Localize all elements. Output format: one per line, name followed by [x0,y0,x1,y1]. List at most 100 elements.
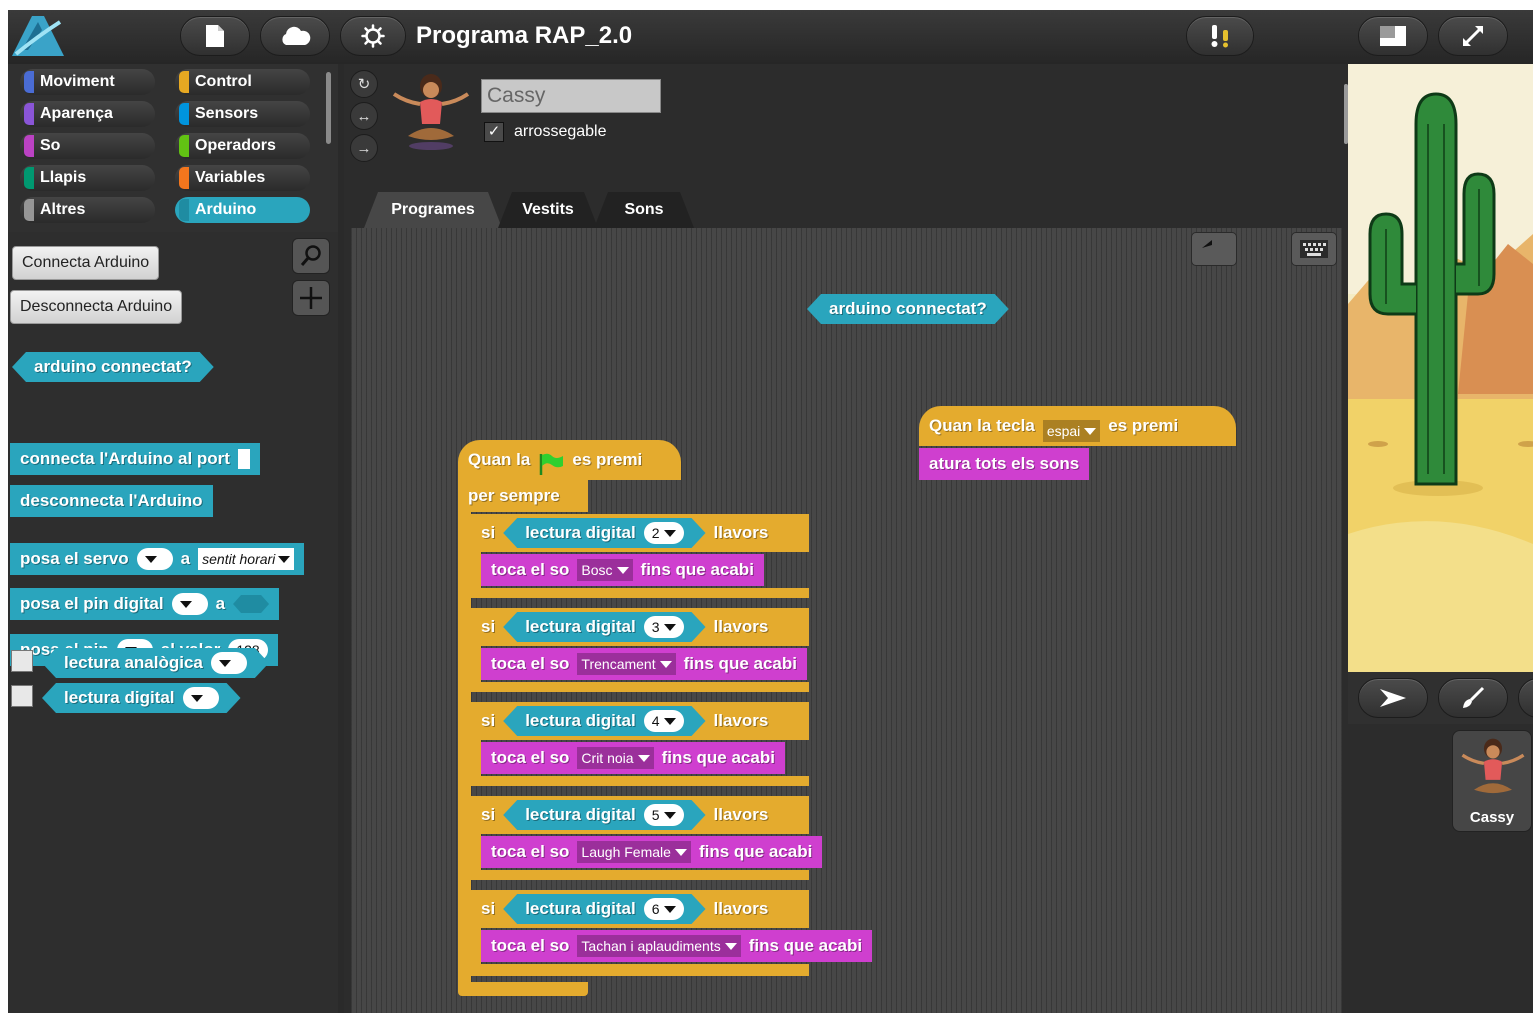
sound-dropdown[interactable]: Bosc [577,559,633,581]
category-label: Control [195,73,252,90]
stage[interactable] [1348,64,1533,672]
category-operadors[interactable]: Operadors [175,133,310,159]
stop-all-sounds-block[interactable]: atura tots els sons [919,448,1090,480]
sound-dropdown[interactable]: Crit noia [577,747,654,769]
add-turtle-sprite-button[interactable] [1358,678,1428,718]
servo-pin-dropdown[interactable] [136,548,173,570]
pin-dropdown[interactable]: 5 [644,804,684,826]
script-forever-block[interactable]: per sempre [458,480,588,512]
read-pin-dropdown[interactable] [183,687,219,709]
tab-sons[interactable]: Sons [594,192,694,228]
connect-arduino-button[interactable]: Connecta Arduino [12,246,160,280]
condition-digital-read[interactable]: lectura digital 6 [503,894,705,924]
pin-dropdown[interactable]: 3 [644,616,684,638]
palette-block-digital-read[interactable]: lectura digital [42,683,241,713]
boolean-slot[interactable] [233,595,270,613]
category-scrollbar[interactable] [326,72,331,144]
category-color-stripe [24,135,34,157]
category-altres[interactable]: Altres [20,197,155,223]
category-sensors[interactable]: Sensors [175,101,310,127]
caret-down-icon [664,812,676,819]
pin-dropdown[interactable]: 6 [644,898,684,920]
if-block-pin-2[interactable]: si lectura digital 2 llavors [471,514,809,552]
disconnect-arduino-button[interactable]: Desconnecta Arduino [10,290,183,324]
if-block-pin-5[interactable]: si lectura digital 5 llavors [471,796,809,834]
category-label: Arduino [195,201,257,218]
category-llapis[interactable]: Llapis [20,165,155,191]
category-control[interactable]: Control [175,69,310,95]
play-sound-block[interactable]: toca el so Crit noia fins que acabi [481,742,785,774]
undo-button[interactable] [1191,232,1237,266]
category-variables[interactable]: Variables [175,165,310,191]
script-hat-key-pressed[interactable]: Quan la tecla espai es premi [919,406,1236,446]
sound-dropdown[interactable]: Tachan i aplaudiments [577,935,741,957]
category-aparenca[interactable]: Aparença [20,101,155,127]
sprite-name-input[interactable]: Cassy [481,79,661,113]
settings-button[interactable] [340,16,406,56]
snap-logo-icon[interactable] [8,10,68,62]
sprite-corral: Cassy [1348,724,1533,1013]
palette-block-set-digital-pin[interactable]: posa el pin digital a [10,588,280,620]
category-so[interactable]: So [20,133,155,159]
condition-digital-read[interactable]: lectura digital 2 [503,518,705,548]
play-sound-block[interactable]: toca el so Tachan i aplaudiments fins que … [481,930,873,962]
block-label: lectura digital [525,805,636,824]
scripts-area[interactable]: arduino connectat? Quan la es premi per … [351,228,1342,1013]
category-label: Variables [195,169,266,186]
block-label: toca el so [491,654,570,673]
search-blocks-button[interactable] [292,238,330,274]
if-block-pin-3[interactable]: si lectura digital 3 llavors [471,608,809,646]
port-input[interactable] [237,449,250,469]
servo-direction-dropdown[interactable]: sentit horari [198,548,295,570]
analog-read-watcher-checkbox[interactable] [11,650,33,672]
make-block-button[interactable] [292,280,330,316]
block-label: posa el servo [20,549,129,568]
fullscreen-button[interactable] [1438,16,1508,56]
if-block-pin-6[interactable]: si lectura digital 6 llavors [471,890,809,928]
digital-read-watcher-checkbox[interactable] [11,685,33,707]
sprite-bar [1348,672,1533,724]
category-arduino[interactable]: Arduino [175,197,310,223]
tab-vestits[interactable]: Vestits [498,192,598,228]
digital-pin-dropdown[interactable] [171,593,208,615]
play-sound-block[interactable]: toca el so Laugh Female fins que acabi [481,836,823,868]
condition-digital-read[interactable]: lectura digital 3 [503,612,705,642]
script-hat-green-flag[interactable]: Quan la es premi [458,440,681,480]
stage-size-button[interactable] [1358,16,1428,56]
category-color-stripe [179,199,189,221]
pause-button[interactable] [1186,16,1254,56]
key-dropdown[interactable]: espai [1042,420,1101,442]
palette-block-set-servo[interactable]: posa el servo a sentit horari [10,543,305,575]
rotation-any-button[interactable]: ↻ [350,70,378,98]
script-block-arduino-connected[interactable]: arduino connectat? [807,294,1009,324]
more-sprite-button[interactable] [1518,678,1533,718]
rotation-left-right-button[interactable]: ↔ [350,102,378,130]
palette-block-connect-port[interactable]: connecta l'Arduino al port [10,443,260,475]
condition-digital-read[interactable]: lectura digital 5 [503,800,705,830]
condition-digital-read[interactable]: lectura digital 4 [503,706,705,736]
sound-dropdown[interactable]: Trencament [577,653,676,675]
if-block-pin-4[interactable]: si lectura digital 4 llavors [471,702,809,740]
analog-pin-dropdown[interactable] [211,652,247,674]
rotation-none-button[interactable]: → [350,134,378,162]
tab-programes[interactable]: Programes [364,192,502,228]
block-label: connecta l'Arduino al port [20,449,230,468]
keyboard-entry-button[interactable] [1291,232,1337,266]
paint-sprite-button[interactable] [1438,678,1508,718]
block-label: Quan la [468,450,531,469]
play-sound-block[interactable]: toca el so Bosc fins que acabi [481,554,764,586]
block-label: llavors [713,899,769,918]
cloud-button[interactable] [260,16,330,56]
category-moviment[interactable]: Moviment [20,69,155,95]
pin-dropdown[interactable]: 2 [644,522,684,544]
palette-block-disconnect[interactable]: desconnecta l'Arduino [10,485,213,517]
palette-block-arduino-connected[interactable]: arduino connectat? [12,352,214,382]
palette-block-analog-read[interactable]: lectura analògica [42,648,269,678]
draggable-checkbox[interactable]: ✓ [484,122,504,142]
play-sound-block[interactable]: toca el so Trencament fins que acabi [481,648,807,680]
sound-dropdown[interactable]: Laugh Female [577,841,691,863]
project-menu-button[interactable] [180,16,250,56]
pin-dropdown[interactable]: 4 [644,710,684,732]
block-label: llavors [713,523,769,542]
if-bottom [471,588,809,598]
